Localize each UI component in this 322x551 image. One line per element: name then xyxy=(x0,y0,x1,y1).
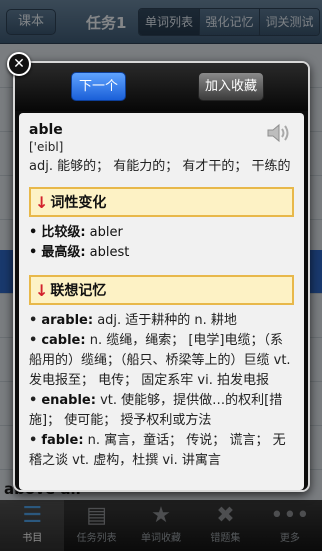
assoc-word: enable: xyxy=(41,393,96,408)
association-list: • arable: adj. 适于耕种的 n. 耕地 • cable: n. 缆绳，… xyxy=(29,311,294,471)
assoc-section-header: ↓ 联想记忆 xyxy=(29,275,294,305)
word-card: able ['eibl] adj. 能够的； 有能力的； 有才干的； 干练的 ↓… xyxy=(19,113,304,490)
section-title: 词性变化 xyxy=(50,195,107,211)
list-item: • fable: n. 寓言，童话； 传说； 谎言； 无稽之谈 vt. 虚构，杜撰… xyxy=(29,431,294,471)
word-definition: adj. 能够的； 有能力的； 有才干的； 干练的 xyxy=(29,159,291,174)
section-title: 联想记忆 xyxy=(50,283,107,299)
list-item: • enable: vt. 使能够，提供做…的权利[措施]； 使可能； 授予权利或… xyxy=(29,391,294,431)
bullet-icon: • xyxy=(29,393,38,408)
word-detail-popup: 下一个 加入收藏 able ['eibl] adj. 能够的； 有能力的； 有才… xyxy=(13,61,310,492)
word-headword: able xyxy=(29,122,63,138)
assoc-word: cable: xyxy=(41,333,86,348)
word-phonetic: ['eibl] xyxy=(29,140,64,154)
popup-toolbar: 下一个 加入收藏 xyxy=(15,63,308,111)
bullet-icon: • xyxy=(29,245,38,260)
bullet-icon: • xyxy=(29,225,38,240)
forms-section-header: ↓ 词性变化 xyxy=(29,187,294,217)
form-label: 最高级: xyxy=(41,245,86,260)
bullet-icon: • xyxy=(29,433,38,448)
speaker-icon[interactable] xyxy=(266,123,292,143)
assoc-word: fable: xyxy=(41,433,84,448)
form-label: 比较级: xyxy=(41,225,86,240)
list-item: • arable: adj. 适于耕种的 n. 耕地 xyxy=(29,311,294,331)
assoc-word: arable: xyxy=(41,313,94,328)
bullet-icon: • xyxy=(29,313,38,328)
assoc-meaning: adj. 适于耕种的 n. 耕地 xyxy=(97,313,237,328)
form-value: ablest xyxy=(89,245,130,260)
word-forms-list: • 比较级: abler • 最高级: ablest xyxy=(29,223,294,263)
next-button[interactable]: 下一个 xyxy=(71,72,126,101)
list-item: • 比较级: abler xyxy=(29,223,294,243)
form-value: abler xyxy=(89,225,123,240)
arrow-down-icon: ↓ xyxy=(35,192,49,212)
app-screen: 课本 任务1 单词列表 强化记忆 词关测试 above all ☰ 书目 ▤ 任… xyxy=(0,0,322,551)
arrow-down-icon: ↓ xyxy=(35,280,49,300)
bullet-icon: • xyxy=(29,333,38,348)
list-item: • 最高级: ablest xyxy=(29,243,294,263)
add-favorite-button[interactable]: 加入收藏 xyxy=(198,72,264,101)
close-icon[interactable]: ✕ xyxy=(7,52,31,76)
list-item: • cable: n. 缆绳，绳索； [电学]电缆；（系船用的）缆绳；（船只、桥梁… xyxy=(29,331,294,391)
